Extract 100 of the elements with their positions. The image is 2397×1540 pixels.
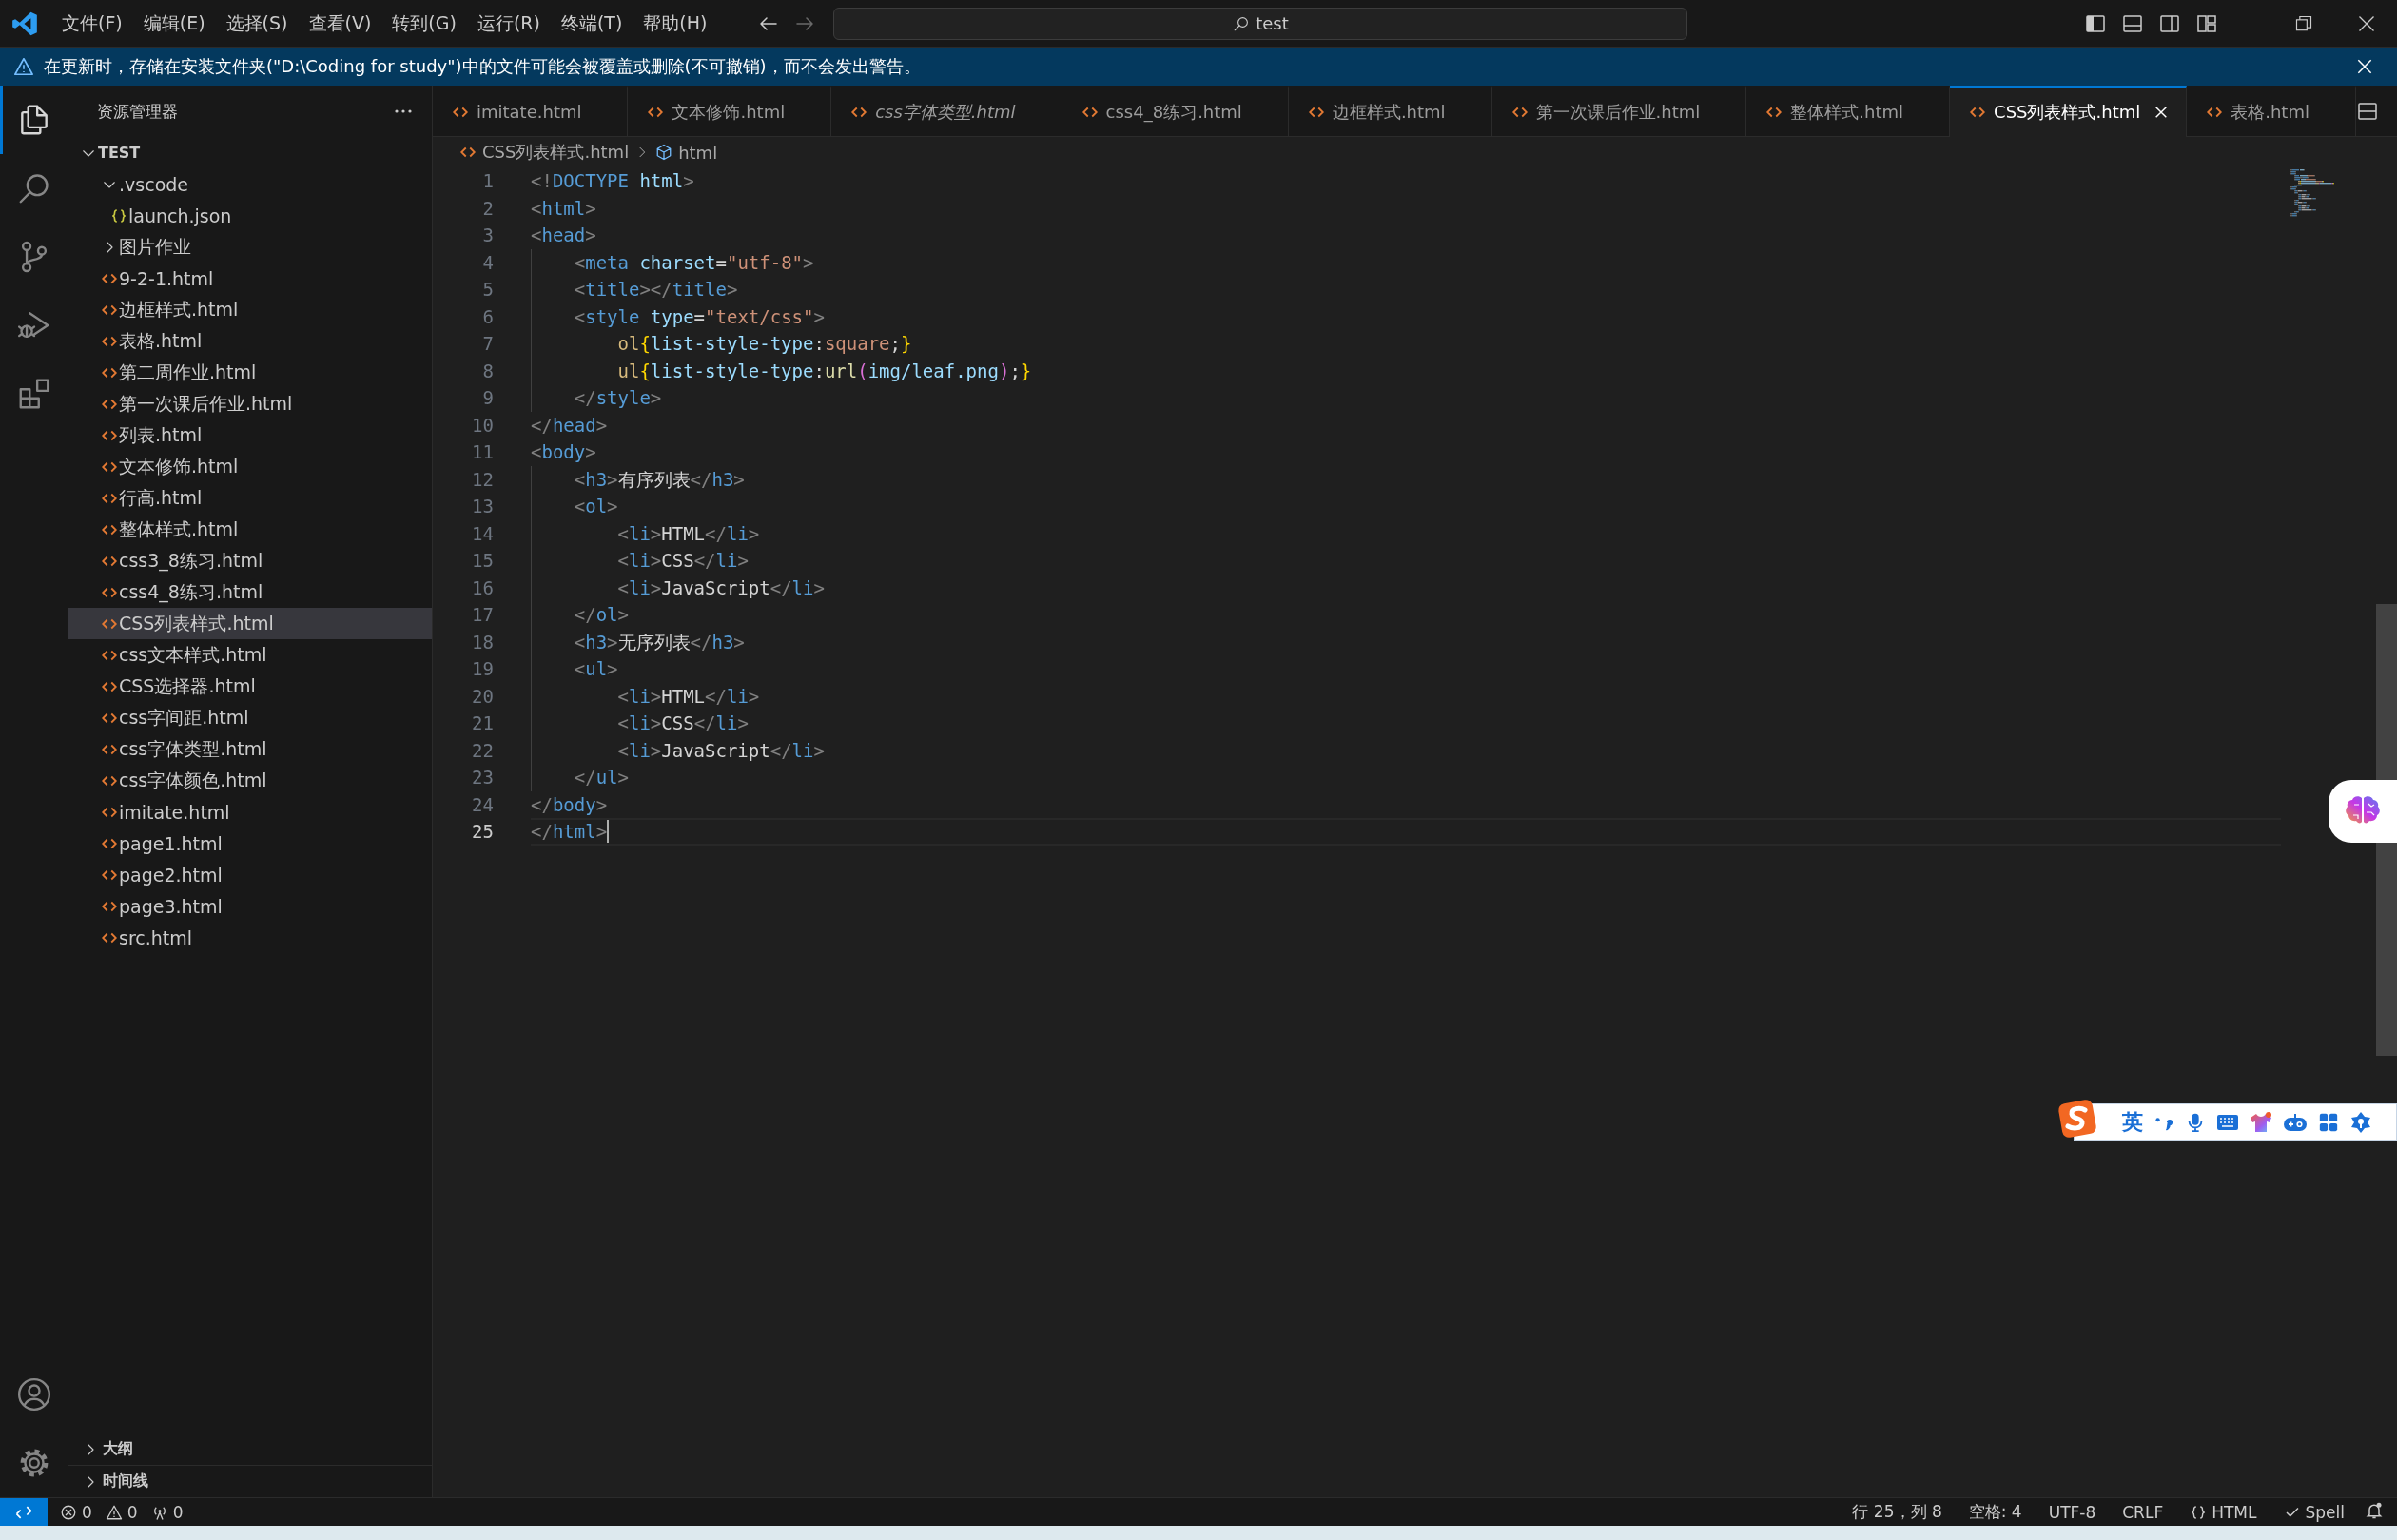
line-number: 14	[471, 521, 494, 546]
notification-message: 在更新时，存储在安装文件夹("D:\Coding for study")中的文件可能会被覆盖或删除(不可撤销)，而不会发出警告。	[44, 55, 922, 78]
breadcrumb-item[interactable]: CSS列表样式.html	[482, 141, 630, 164]
menu-item[interactable]: 转到(G)	[381, 5, 467, 42]
editor-tab[interactable]: imitate.html	[433, 86, 629, 136]
code-line: </ol>	[573, 603, 629, 627]
line-number: 2	[481, 196, 494, 221]
notifications-icon[interactable]	[2365, 1501, 2384, 1520]
warning-count[interactable]: 0	[98, 1502, 145, 1522]
file-item[interactable]: 整体样式.html	[68, 514, 432, 545]
line-number: 17	[471, 603, 494, 627]
code-line: </style>	[573, 386, 662, 410]
file-item[interactable]: page1.html	[68, 828, 432, 859]
menu-item[interactable]: 运行(R)	[466, 5, 551, 42]
folder-item[interactable]: 图片作业	[68, 231, 432, 263]
file-item[interactable]: 列表.html	[68, 419, 432, 451]
code-line: ul{list-style-type:url(img/leaf.png);}	[616, 359, 1032, 383]
code-line: <h3>无序列表</h3>	[573, 630, 745, 654]
file-item[interactable]: 表格.html	[68, 325, 432, 357]
line-number: 4	[481, 250, 494, 275]
section-header[interactable]: 大纲	[68, 1433, 432, 1465]
file-item[interactable]: launch.json	[68, 200, 432, 231]
file-item[interactable]: 第二周作业.html	[68, 357, 432, 388]
account-icon[interactable]	[15, 1376, 52, 1413]
file-item[interactable]: css4_8练习.html	[68, 576, 432, 608]
folder-item[interactable]: TEST	[68, 137, 432, 168]
code-line: <li>HTML</li>	[616, 684, 760, 709]
code-line: <h3>有序列表</h3>	[573, 467, 745, 492]
close-icon[interactable]	[2153, 105, 2170, 120]
code-line: <ul>	[573, 657, 618, 681]
gamepad-icon[interactable]	[2283, 1112, 2308, 1133]
file-item[interactable]: css字间距.html	[68, 702, 432, 733]
sidebar-title: 资源管理器	[97, 100, 179, 123]
language-mode[interactable]: HTML	[2183, 1501, 2264, 1523]
menu-item[interactable]: 帮助(H)	[633, 5, 718, 42]
menu-item[interactable]: 文件(F)	[51, 5, 133, 42]
editor-tab[interactable]: 边框样式.html	[1288, 86, 1492, 136]
file-item[interactable]: 第一次课后作业.html	[68, 388, 432, 419]
file-item[interactable]: 行高.html	[68, 482, 432, 514]
file-item[interactable]: CSS列表样式.html	[68, 608, 432, 639]
error-icon	[60, 1503, 77, 1521]
file-item[interactable]: css字体类型.html	[68, 733, 432, 765]
close-icon[interactable]	[2355, 57, 2374, 76]
code-line: ol{list-style-type:square;}	[616, 332, 912, 356]
editor-tab[interactable]: css4_8练习.html	[1062, 86, 1289, 136]
toolbox-icon[interactable]	[2349, 1111, 2372, 1134]
file-item[interactable]: 9-2-1.html	[68, 263, 432, 294]
folder-item[interactable]: .vscode	[68, 168, 432, 200]
status-item[interactable]: UTF-8	[2041, 1501, 2103, 1523]
menu-item[interactable]: 编辑(E)	[132, 5, 216, 42]
file-item[interactable]: 边框样式.html	[68, 294, 432, 325]
close-icon[interactable]	[2357, 13, 2376, 33]
spell-check[interactable]: Spell	[2276, 1501, 2351, 1523]
editor-tab[interactable]: 表格.html	[2187, 86, 2356, 136]
line-number: 24	[471, 792, 494, 817]
search-icon	[1233, 14, 1251, 32]
line-number: 1	[481, 169, 494, 193]
status-item[interactable]: 空格: 4	[1961, 1501, 2029, 1523]
code-line: <li>JavaScript</li>	[616, 575, 825, 600]
menu-item[interactable]: 查看(V)	[298, 5, 382, 42]
error-count[interactable]: 0	[53, 1502, 99, 1522]
editor-tab[interactable]: 第一次课后作业.html	[1491, 86, 1747, 136]
ports-indicator[interactable]: 0	[144, 1502, 190, 1522]
line-number: 11	[471, 440, 494, 464]
code-line: <li>HTML</li>	[616, 521, 760, 546]
menu-item[interactable]: 终端(T)	[550, 5, 633, 42]
file-item[interactable]: css3_8练习.html	[68, 545, 432, 576]
menu-item[interactable]: 选择(S)	[215, 5, 299, 42]
text-cursor	[607, 820, 610, 844]
input-mode[interactable]: 英	[2122, 1108, 2143, 1137]
remote-button[interactable]	[0, 1498, 48, 1526]
line-number: 18	[471, 630, 494, 654]
file-item[interactable]: css文本样式.html	[68, 639, 432, 671]
file-item[interactable]: css字体颜色.html	[68, 765, 432, 796]
restore-icon[interactable]	[2294, 13, 2313, 33]
file-item[interactable]: page2.html	[68, 859, 432, 890]
file-item[interactable]: CSS选择器.html	[68, 671, 432, 702]
file-item[interactable]: src.html	[68, 922, 432, 953]
editor-tab[interactable]: css字体类型.html	[831, 86, 1062, 136]
editor-tab[interactable]: 文本修饰.html	[628, 86, 832, 136]
line-number: 9	[481, 386, 494, 410]
line-number: 25	[471, 820, 494, 844]
assistant-button[interactable]	[2329, 780, 2397, 843]
line-number: 5	[481, 278, 494, 302]
breadcrumb-item[interactable]: html	[678, 142, 718, 163]
file-item[interactable]: 文本修饰.html	[68, 451, 432, 482]
line-number: 19	[471, 657, 494, 681]
code-line: <title></title>	[573, 278, 738, 302]
command-center[interactable]: test	[833, 7, 1688, 40]
status-item[interactable]: CRLF	[2115, 1501, 2171, 1523]
line-number: 22	[471, 738, 494, 763]
file-item[interactable]: imitate.html	[68, 796, 432, 828]
editor-tab[interactable]: CSS列表样式.html	[1950, 86, 2188, 137]
shirt-icon[interactable]	[2250, 1112, 2272, 1133]
line-number: 23	[471, 766, 494, 789]
status-item[interactable]: 行 25，列 8	[1845, 1501, 1949, 1523]
file-item[interactable]: page3.html	[68, 890, 432, 922]
keyboard-icon[interactable]	[2216, 1112, 2239, 1133]
apps-icon[interactable]	[2318, 1112, 2339, 1133]
line-number: 21	[471, 712, 494, 735]
